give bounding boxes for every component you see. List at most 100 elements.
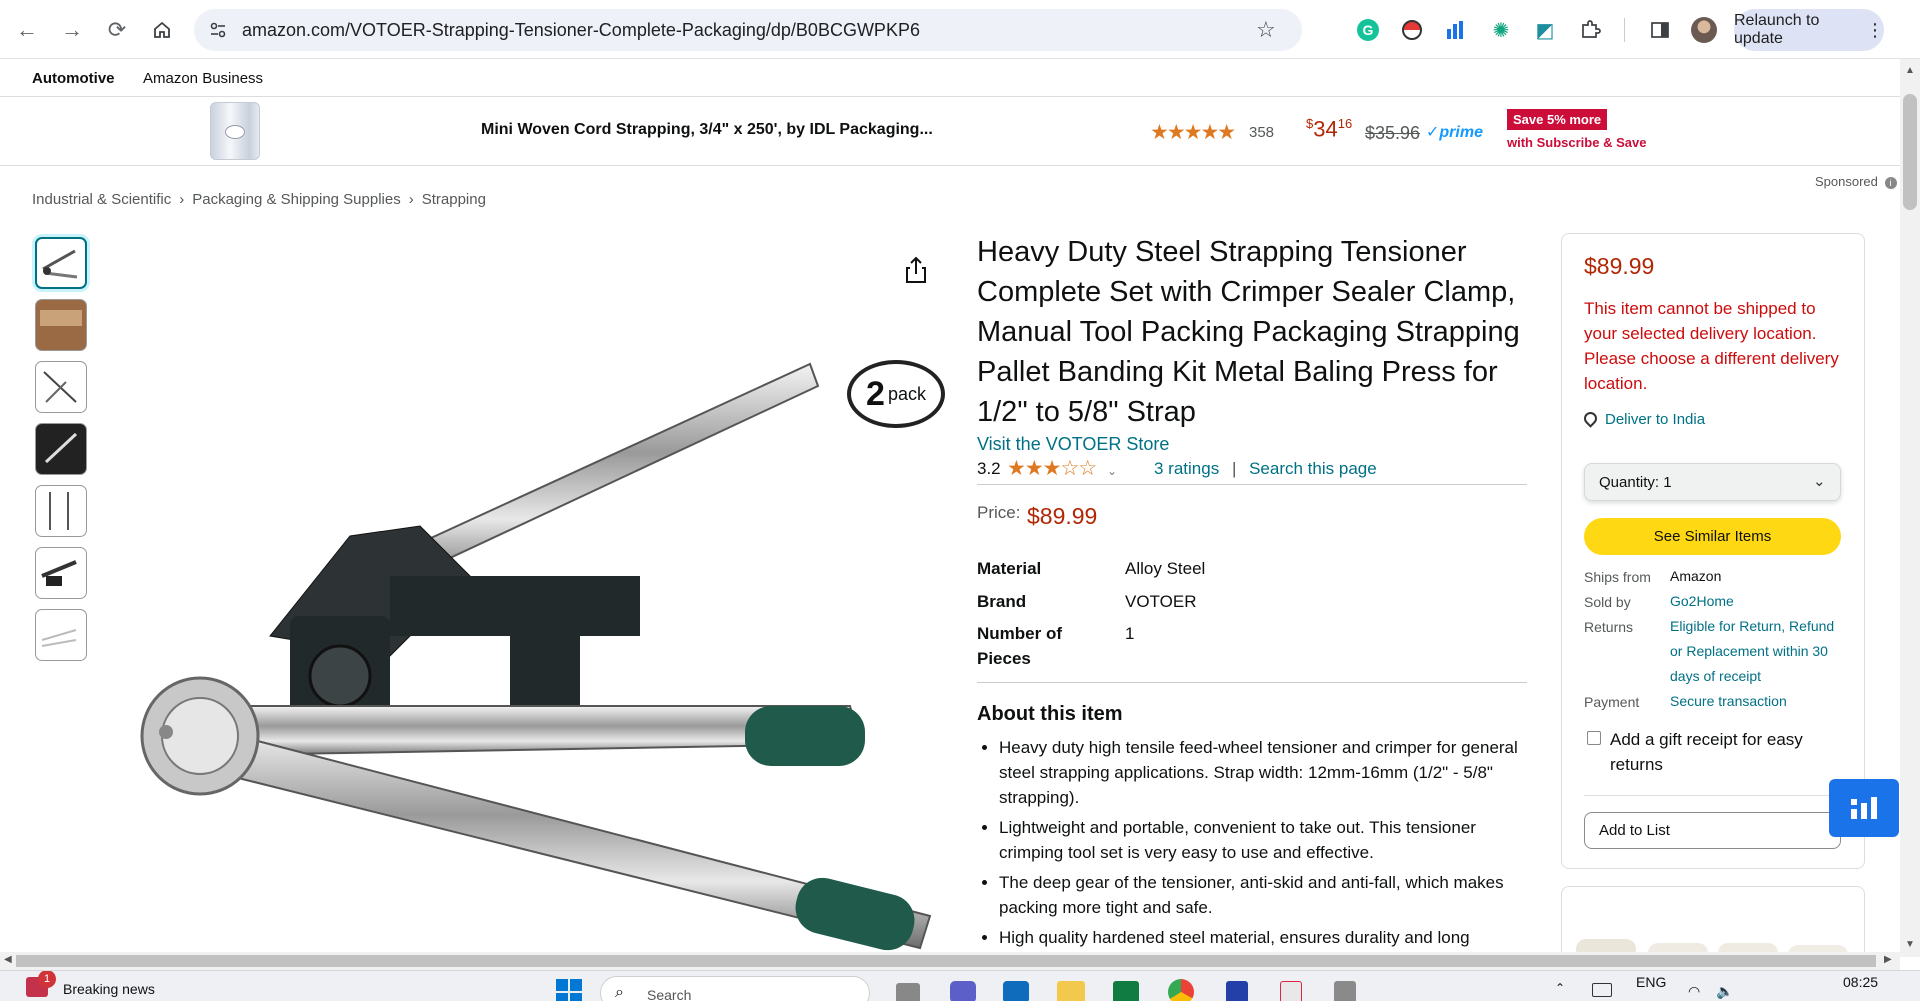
forward-icon[interactable]: → <box>54 12 90 48</box>
extensions-puzzle-icon[interactable] <box>1576 16 1604 44</box>
reload-icon[interactable]: ⟳ <box>99 12 135 48</box>
clock-time[interactable]: 08:25 <box>1843 974 1878 990</box>
outlook-icon[interactable] <box>1003 981 1029 1001</box>
chat-widget-button[interactable] <box>1829 779 1899 837</box>
location-pin-icon <box>1581 409 1600 428</box>
breadcrumb-item[interactable]: Industrial & Scientific <box>32 191 171 208</box>
see-similar-button[interactable]: See Similar Items <box>1584 518 1841 555</box>
payment-link[interactable]: Secure transaction <box>1670 689 1787 714</box>
chrome-icon[interactable] <box>1168 979 1194 1001</box>
info-icon[interactable]: i <box>1884 177 1897 189</box>
thumbnail-7[interactable] <box>35 609 87 661</box>
bookmark-star-icon[interactable]: ☆ <box>1256 17 1276 43</box>
horizontal-scroll-thumb[interactable] <box>16 955 1876 967</box>
sponsored-text: Sponsored <box>1815 174 1878 189</box>
scroll-left-icon[interactable]: ◀ <box>4 954 12 965</box>
price-fraction: 16 <box>1337 116 1353 131</box>
volume-icon[interactable]: 🔈 <box>1716 983 1733 1000</box>
language-indicator[interactable]: ENG <box>1636 974 1666 990</box>
chevron-down-icon: ⌄ <box>1813 473 1826 490</box>
divider <box>977 484 1527 485</box>
sponsored-product-title[interactable]: Mini Woven Cord Strapping, 3/4" x 250', … <box>481 121 933 139</box>
windows-start-icon[interactable] <box>556 979 582 1001</box>
pack-word: pack <box>887 383 926 404</box>
toolbar-divider <box>1624 18 1625 42</box>
star-glyphs: ★★★☆☆ <box>1007 457 1097 480</box>
side-panel-icon[interactable] <box>1646 16 1674 44</box>
subnav-item-amazon-business[interactable]: Amazon Business <box>143 70 263 87</box>
deliver-to-link[interactable]: Deliver to India <box>1581 409 1706 428</box>
quantity-dropdown[interactable]: Quantity: 1 <box>1584 463 1841 501</box>
calculator-icon[interactable] <box>1334 981 1356 1001</box>
feature-bullet: Lightweight and portable, convenient to … <box>999 815 1527 865</box>
store-link[interactable]: Visit the VOTOER Store <box>977 434 1169 455</box>
breadcrumb-item[interactable]: Strapping <box>422 191 486 208</box>
category-subnav: Automotive Amazon Business <box>0 59 1900 97</box>
feature-bullets: Heavy duty high tensile feed-wheel tensi… <box>977 735 1527 955</box>
sponsored-product-bar[interactable]: Mini Woven Cord Strapping, 3/4" x 250', … <box>0 98 1900 166</box>
keyboard-icon[interactable] <box>1592 983 1612 997</box>
gift-receipt-label[interactable]: Add a gift receipt for easy returns <box>1610 727 1850 777</box>
scroll-right-icon[interactable]: ▶ <box>1884 954 1892 965</box>
tray-chevron-icon[interactable]: ⌃ <box>1555 981 1565 995</box>
thumbnail-2[interactable] <box>35 299 87 351</box>
task-view-icon[interactable] <box>896 983 920 1001</box>
gift-receipt-checkbox[interactable] <box>1587 731 1601 745</box>
taskbar-search[interactable]: ⌕ Search <box>600 976 870 1001</box>
spec-key-material: Material <box>977 559 1042 578</box>
teams-icon[interactable] <box>950 981 976 1001</box>
spec-value-pieces: 1 <box>1125 624 1135 643</box>
thumbnail-1[interactable] <box>35 237 87 289</box>
scroll-up-icon[interactable]: ▲ <box>1905 65 1915 76</box>
openai-extension-icon[interactable]: ✺ <box>1487 16 1515 44</box>
site-info-icon[interactable] <box>208 20 228 45</box>
relaunch-button[interactable]: Relaunch to update ⋮ <box>1734 9 1884 51</box>
app-p-icon[interactable] <box>1226 981 1248 1001</box>
chart-extension-icon[interactable] <box>1442 16 1470 44</box>
main-product-image[interactable]: 2 pack <box>90 236 960 952</box>
address-bar[interactable]: amazon.com/VOTOER-Strapping-Tensioner-Co… <box>194 9 1302 51</box>
price-label: Price: <box>977 503 1021 522</box>
rating-stars[interactable]: ★★★☆☆ ⌄ <box>1007 456 1117 481</box>
wifi-icon[interactable]: ◠ <box>1688 983 1700 1000</box>
file-explorer-icon[interactable] <box>1057 981 1085 1001</box>
chevron-down-icon[interactable]: ⌄ <box>1107 464 1117 478</box>
scroll-down-icon[interactable]: ▼ <box>1905 939 1915 950</box>
subscribe-save-badge: Save 5% more <box>1507 109 1608 130</box>
share-icon[interactable] <box>898 252 934 288</box>
snipping-tool-icon[interactable] <box>1280 981 1302 1001</box>
browser-toolbar: ← → ⟳ amazon.com/VOTOER-Strapping-Tensio… <box>0 0 1920 59</box>
sponsored-rating-stars[interactable]: ★★★★★ <box>1150 120 1236 145</box>
excel-icon[interactable] <box>1113 981 1139 1001</box>
search-page-link[interactable]: Search this page <box>1249 459 1377 478</box>
add-to-list-button[interactable]: Add to List <box>1584 812 1841 849</box>
about-heading: About this item <box>977 703 1123 725</box>
image-extension-icon[interactable]: ◩ <box>1531 16 1559 44</box>
home-icon[interactable] <box>144 12 180 48</box>
thumbnail-3[interactable] <box>35 361 87 413</box>
divider <box>1584 795 1841 796</box>
spec-value-brand: VOTOER <box>1125 592 1197 611</box>
deliver-text: Deliver to India <box>1605 411 1706 428</box>
vertical-scroll-thumb[interactable] <box>1903 94 1917 210</box>
pokeball-extension-icon[interactable] <box>1398 16 1426 44</box>
sponsored-rating-count[interactable]: 358 <box>1249 124 1274 141</box>
seller-link[interactable]: Go2Home <box>1670 589 1734 614</box>
sponsored-label[interactable]: Sponsored i <box>1815 174 1897 189</box>
shipping-warning: This item cannot be shipped to your sele… <box>1584 299 1839 393</box>
breadcrumb-item[interactable]: Packaging & Shipping Supplies <box>192 191 400 208</box>
url-text[interactable]: amazon.com/VOTOER-Strapping-Tensioner-Co… <box>242 20 920 41</box>
sponsored-list-price: $35.96 <box>1365 123 1421 143</box>
thumbnail-4[interactable] <box>35 423 87 475</box>
back-icon[interactable]: ← <box>9 12 45 48</box>
prime-badge: ✓prime <box>1426 124 1483 141</box>
profile-avatar[interactable] <box>1690 16 1718 44</box>
subnav-item-automotive[interactable]: Automotive <box>32 70 115 87</box>
grammarly-extension-icon[interactable]: G <box>1354 16 1382 44</box>
sponsored-product-image[interactable] <box>210 102 260 160</box>
ratings-count-link[interactable]: 3 ratings <box>1154 459 1219 478</box>
returns-link[interactable]: Eligible for Return, Refund or Replaceme… <box>1670 614 1850 689</box>
news-widget-label[interactable]: Breaking news <box>63 981 155 997</box>
thumbnail-6[interactable] <box>35 547 87 599</box>
thumbnail-5[interactable] <box>35 485 87 537</box>
